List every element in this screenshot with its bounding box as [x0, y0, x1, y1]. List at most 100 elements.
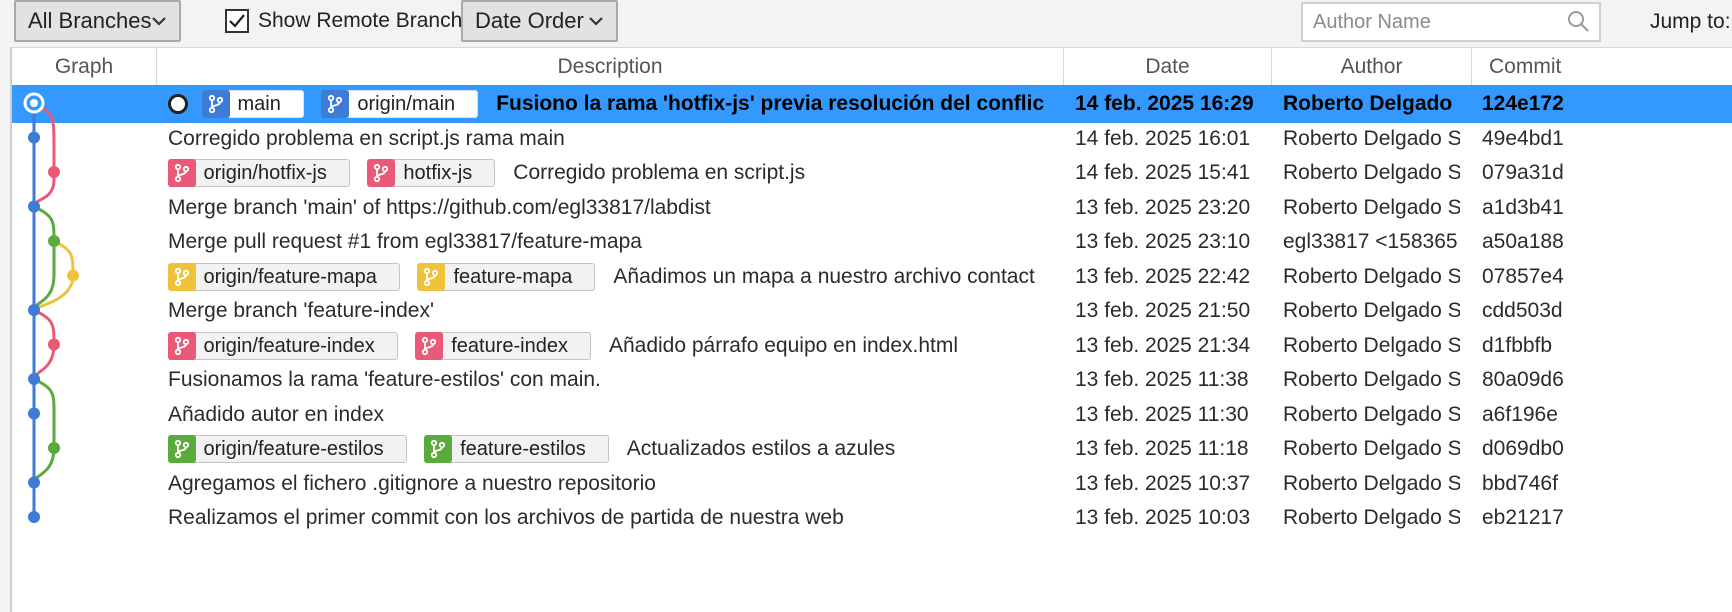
branch-badge-label: origin/main [357, 93, 456, 115]
branch-icon [201, 90, 230, 118]
graph-head-node-center [30, 99, 38, 107]
table-row[interactable]: Agregamos el fichero .gitignore a nuestr… [12, 465, 1732, 503]
commit-message: Corregido problema en script.js rama mai… [168, 126, 565, 150]
commit-author: Roberto Delgado S [1283, 161, 1460, 184]
commit-message: Fusiono la rama 'hotfix-js' previa resol… [496, 92, 1045, 115]
table-row[interactable]: Fusionamos la rama 'feature-estilos' con… [12, 361, 1732, 399]
commit-message: Actualizados estilos a azules [626, 437, 896, 460]
commit-date: 13 feb. 2025 21:50 [1075, 299, 1251, 322]
chevron-down-icon [152, 17, 166, 26]
graph-commit-node[interactable] [48, 235, 60, 247]
graph-commit-node[interactable] [28, 200, 40, 213]
commit-hash: 80a09d6 [1482, 368, 1564, 391]
branch-badge[interactable]: origin/feature-index [168, 331, 398, 360]
commit-description: Realizamos el primer commit con los arch… [168, 499, 1058, 537]
order-filter-dropdown[interactable]: Date Order [461, 0, 618, 42]
branch-badge[interactable]: feature-index [415, 331, 591, 360]
branch-badge[interactable]: origin/feature-estilos [168, 435, 407, 463]
branch-badge[interactable]: origin/hotfix-js [168, 159, 350, 187]
table-row[interactable]: Realizamos el primer commit con los arch… [12, 499, 1732, 537]
table-row[interactable]: origin/feature-index feature-index Añadido… [12, 327, 1732, 365]
show-remote-label: Show Remote Branches [258, 9, 485, 32]
commit-description: Merge branch 'main' of https://github.co… [168, 189, 1058, 227]
graph-commit-node[interactable] [67, 269, 79, 282]
commit-message: Realizamos el primer commit con los arch… [168, 506, 844, 529]
branch-badge[interactable]: origin/main [321, 90, 479, 118]
commit-date: 13 feb. 2025 22:42 [1075, 264, 1251, 288]
commit-message: Merge branch 'main' of https://github.co… [168, 195, 711, 219]
table-row[interactable]: Añadido autor en index 13 feb. 2025 11:30… [12, 396, 1732, 434]
commit-description: Merge branch 'feature-index' [168, 292, 1058, 330]
commit-hash: a6f196e [1482, 402, 1558, 426]
column-header-graph[interactable]: Graph [12, 48, 157, 86]
branch-badge-label: feature-estilos [460, 438, 586, 460]
graph-line-feature-estilos [32, 377, 56, 483]
commit-author: Roberto Delgado S [1283, 126, 1460, 150]
graph-line-merge-main [32, 205, 56, 311]
graph-commit-node[interactable] [48, 338, 60, 351]
table-row[interactable]: Corregido problema en script.js rama mai… [12, 120, 1732, 158]
graph-commit-node[interactable] [48, 442, 60, 454]
search-icon[interactable] [1566, 9, 1590, 33]
commit-description: origin/feature-estilos feature-estilos Act… [168, 430, 1058, 468]
commit-description: Añadido autor en index [168, 396, 1058, 434]
commit-description: origin/feature-mapa feature-mapa Añadimos … [168, 258, 1058, 296]
table-row[interactable]: origin/feature-estilos feature-estilos Act… [12, 430, 1732, 468]
branch-icon [424, 435, 453, 463]
commit-date: 13 feb. 2025 10:03 [1075, 506, 1251, 529]
table-row[interactable]: origin/hotfix-js hotfix-js Corregido probl… [12, 154, 1732, 192]
branch-icon [415, 331, 444, 360]
chevron-down-icon [589, 17, 603, 26]
branch-badge-label: origin/hotfix-js [203, 162, 327, 184]
column-header-author[interactable]: Author [1272, 48, 1472, 86]
commit-hash: bbd746f [1482, 471, 1558, 495]
graph-commit-node[interactable] [28, 511, 40, 523]
table-row[interactable]: Merge pull request #1 from egl33817/feat… [12, 223, 1732, 261]
branch-icon [321, 90, 350, 118]
table-row[interactable]: Merge branch 'main' of https://github.co… [12, 189, 1732, 227]
commit-hash: 49e4bd1 [1482, 126, 1564, 150]
branch-icon [168, 262, 196, 291]
show-remote-checkbox[interactable] [225, 9, 249, 33]
commit-history-table: Graph Description Date Author Commit mai… [10, 47, 1732, 612]
commit-message: Merge pull request #1 from egl33817/feat… [168, 230, 642, 253]
commit-hash: d1fbbfb [1482, 333, 1553, 357]
graph-commit-node[interactable] [28, 407, 40, 420]
commit-description: Merge pull request #1 from egl33817/feat… [168, 223, 1058, 261]
commit-date: 13 feb. 2025 21:34 [1075, 333, 1251, 357]
checkmark-icon [229, 14, 245, 28]
commit-message: Corregido problema en script.js [513, 161, 806, 184]
table-row[interactable]: main origin/main Fusiono la rama 'hotfix-j… [12, 85, 1732, 123]
commit-message: Fusionamos la rama 'feature-estilos' con… [168, 368, 601, 391]
branch-badge-label: origin/feature-estilos [203, 438, 384, 460]
commit-author: Roberto Delgado S [1283, 506, 1460, 529]
commit-hash: 079a31d [1482, 161, 1564, 184]
graph-commit-node[interactable] [48, 166, 60, 178]
branches-filter-dropdown[interactable]: All Branches [14, 0, 181, 42]
branch-badge[interactable]: hotfix-js [367, 159, 496, 187]
graph-commit-node[interactable] [28, 373, 40, 385]
commit-description: main origin/main Fusiono la rama 'hotfix-j… [168, 85, 1058, 123]
commit-author: Roberto Delgado S [1283, 437, 1460, 460]
commit-date: 14 feb. 2025 15:41 [1075, 161, 1251, 184]
branch-badge[interactable]: feature-estilos [424, 435, 609, 463]
table-row[interactable]: origin/feature-mapa feature-mapa Añadimos … [12, 258, 1732, 296]
branches-filter-label: All Branches [28, 8, 152, 33]
branch-badge-label: hotfix-js [403, 162, 473, 184]
commit-date: 14 feb. 2025 16:29 [1075, 92, 1254, 115]
graph-commit-node[interactable] [28, 131, 40, 144]
branch-badge[interactable]: origin/feature-mapa [168, 262, 400, 291]
column-header-commit[interactable]: Commit [1472, 48, 1732, 86]
graph-commit-node[interactable] [28, 476, 40, 489]
table-row[interactable]: Merge branch 'feature-index' 13 feb. 2025… [12, 292, 1732, 330]
branch-badge[interactable]: feature-mapa [417, 262, 596, 291]
column-header-date[interactable]: Date [1064, 48, 1272, 86]
commit-description: origin/hotfix-js hotfix-js Corregido probl… [168, 154, 1058, 192]
branch-badge-label: origin/feature-index [203, 334, 375, 357]
branch-badge[interactable]: main [201, 90, 304, 118]
graph-commit-node[interactable] [28, 304, 40, 316]
column-header-description[interactable]: Description [157, 48, 1064, 86]
commit-hash: a1d3b41 [1482, 195, 1564, 219]
commit-description: Corregido problema en script.js rama mai… [168, 120, 1058, 158]
author-search-input[interactable] [1301, 2, 1601, 42]
